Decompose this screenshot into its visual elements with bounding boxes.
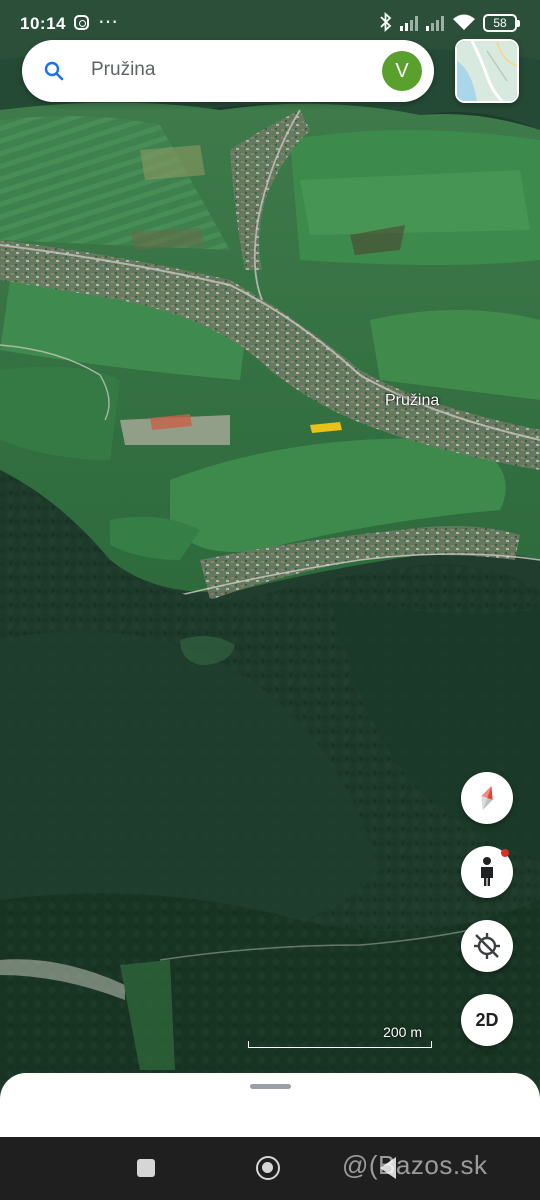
home-button[interactable]: [256, 1156, 280, 1180]
satellite-map[interactable]: [0, 0, 540, 1200]
search-bar[interactable]: Pružina V: [22, 40, 434, 102]
map-thumbnail-icon: [457, 41, 517, 101]
maps-app: 10:14 ⋯ 58 Pružina V Pružina 2D 200 m @(…: [0, 0, 540, 1200]
my-location-button[interactable]: [461, 920, 513, 972]
avatar[interactable]: V: [382, 51, 422, 91]
compass-button[interactable]: [461, 772, 513, 824]
location-off-icon: [474, 933, 500, 959]
signal-icon: [426, 15, 448, 31]
drag-handle[interactable]: [250, 1084, 291, 1089]
street-view-button[interactable]: [461, 846, 513, 898]
instagram-icon: [74, 15, 89, 30]
wifi-icon: [452, 13, 476, 36]
notification-dot: [501, 849, 509, 857]
more-icon: ⋯: [98, 11, 119, 33]
compass-icon: [481, 785, 493, 811]
search-icon[interactable]: [42, 59, 66, 83]
view-mode-2d-button[interactable]: 2D: [461, 994, 513, 1046]
search-input[interactable]: Pružina: [91, 59, 155, 81]
bluetooth-icon: [379, 11, 393, 37]
map-layers-button[interactable]: [455, 39, 519, 103]
scale-bar: 200 m: [248, 1024, 432, 1050]
battery-icon: 58: [483, 14, 520, 32]
recents-button[interactable]: [137, 1159, 155, 1177]
place-label[interactable]: Pružina: [385, 392, 439, 410]
watermark: @(Bazos.sk: [342, 1150, 488, 1180]
scale-line: [248, 1041, 432, 1048]
signal-icon: [400, 15, 422, 31]
scale-label: 200 m: [383, 1024, 422, 1040]
status-time: 10:14: [20, 14, 66, 33]
